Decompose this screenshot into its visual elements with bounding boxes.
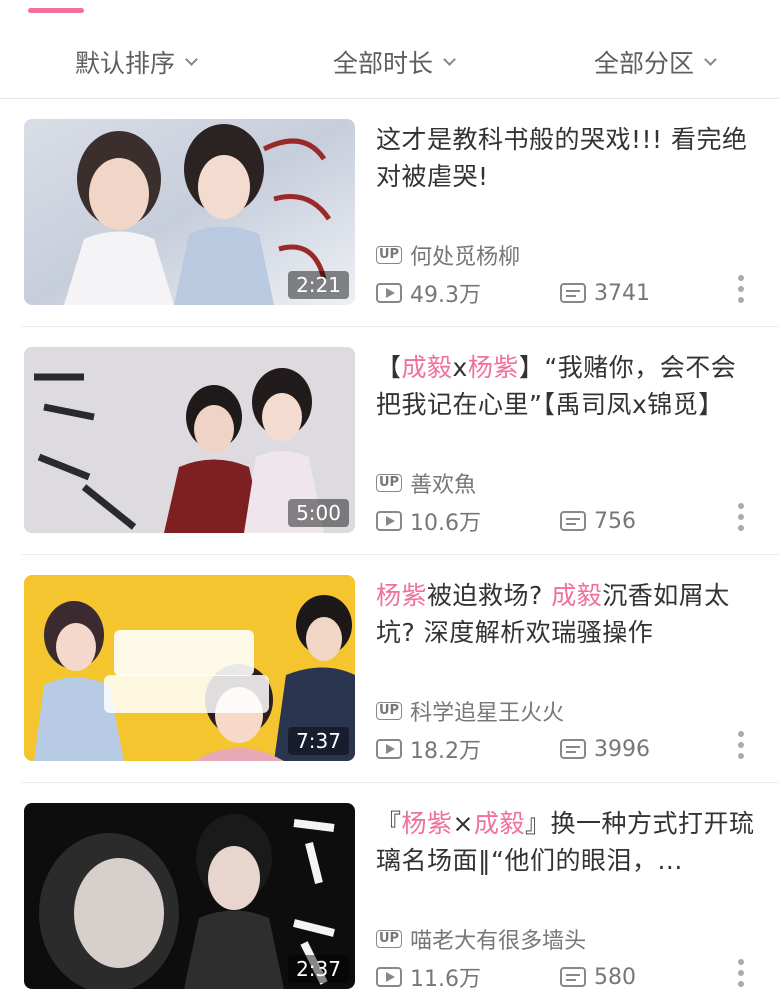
play-count-icon <box>376 511 402 531</box>
more-options-icon[interactable] <box>738 275 746 303</box>
title-highlight: 杨紫 <box>467 353 519 382</box>
video-thumbnail[interactable]: 2:21 <box>24 119 355 305</box>
sort-filter-label: 默认排序 <box>75 49 176 78</box>
more-options-icon[interactable] <box>738 503 746 531</box>
stats-row: 10.6万 756 <box>376 505 636 537</box>
title-highlight: 成毅 <box>401 353 453 382</box>
uploader-row[interactable]: UP 科学追星王火火 <box>376 695 564 727</box>
title-text: 这才是教科书般的哭戏!!! 看完绝对被虐哭! <box>376 125 748 191</box>
video-title[interactable]: 这才是教科书般的哭戏!!! 看完绝对被虐哭! <box>376 121 761 195</box>
uploader-name: 科学追星王火火 <box>410 701 565 726</box>
sort-filter[interactable]: 默认排序 <box>75 44 198 80</box>
danmaku-count: 3741 <box>594 280 650 306</box>
chevron-down-icon <box>443 52 456 66</box>
view-count: 18.2万 <box>410 739 481 764</box>
video-thumbnail[interactable]: 7:37 <box>24 575 355 761</box>
category-filter[interactable]: 全部分区 <box>594 44 717 80</box>
duration-filter-label: 全部时长 <box>333 49 434 78</box>
video-title[interactable]: 杨紫被迫救场? 成毅沉香如屑太坑? 深度解析欢瑞骚操作 <box>376 577 761 651</box>
uploader-row[interactable]: UP 喵老大有很多墙头 <box>376 923 586 955</box>
video-thumbnail[interactable]: 2:37 <box>24 803 355 989</box>
play-count-icon <box>376 739 402 759</box>
filter-bar: 默认排序 全部时长 全部分区 <box>0 24 779 96</box>
chevron-down-icon <box>704 52 717 66</box>
video-thumbnail[interactable]: 5:00 <box>24 347 355 533</box>
more-options-icon[interactable] <box>738 731 746 759</box>
title-highlight: 成毅 <box>473 809 525 838</box>
danmaku-count: 3996 <box>594 736 650 762</box>
title-highlight: 杨紫 <box>401 809 453 838</box>
stats-row: 11.6万 580 <box>376 961 636 993</box>
uploader-row[interactable]: UP 善欢魚 <box>376 467 476 499</box>
active-tab-indicator <box>28 8 84 13</box>
view-count: 11.6万 <box>410 967 481 992</box>
title-text: 被迫救场? <box>427 581 552 610</box>
title-text: 【 <box>376 353 402 382</box>
uploader-name: 喵老大有很多墙头 <box>410 929 587 954</box>
category-filter-label: 全部分区 <box>594 49 695 78</box>
play-count-icon <box>376 967 402 987</box>
chevron-down-icon <box>185 52 198 66</box>
video-duration: 5:00 <box>288 499 349 527</box>
up-badge-icon: UP <box>376 930 403 948</box>
duration-filter[interactable]: 全部时长 <box>333 44 456 80</box>
up-badge-icon: UP <box>376 246 403 264</box>
title-text: × <box>452 809 474 838</box>
video-duration: 2:37 <box>288 955 349 983</box>
title-highlight: 杨紫 <box>376 581 428 610</box>
danmaku-icon <box>560 511 586 531</box>
video-list-item[interactable]: 2:37 『杨紫×成毅』换一种方式打开琉璃名场面‖“他们的眼泪，... UP 喵… <box>0 783 779 1000</box>
video-list-item[interactable]: 7:37 杨紫被迫救场? 成毅沉香如屑太坑? 深度解析欢瑞骚操作 UP 科学追星… <box>0 555 779 783</box>
danmaku-icon <box>560 967 586 987</box>
danmaku-count: 580 <box>594 964 636 990</box>
uploader-name: 善欢魚 <box>410 473 477 498</box>
video-duration: 7:37 <box>288 727 349 755</box>
up-badge-icon: UP <box>376 474 403 492</box>
stats-row: 49.3万 3741 <box>376 277 650 309</box>
danmaku-icon <box>560 739 586 759</box>
title-highlight: 成毅 <box>551 581 603 610</box>
play-count-icon <box>376 283 402 303</box>
title-text: x <box>452 353 468 382</box>
uploader-row[interactable]: UP 何处觅杨柳 <box>376 239 520 271</box>
view-count: 49.3万 <box>410 283 481 308</box>
more-options-icon[interactable] <box>738 959 746 987</box>
video-duration: 2:21 <box>288 271 349 299</box>
video-list-item[interactable]: 2:21 这才是教科书般的哭戏!!! 看完绝对被虐哭! UP 何处觅杨柳 49.… <box>0 99 779 327</box>
danmaku-count: 756 <box>594 508 636 534</box>
danmaku-icon <box>560 283 586 303</box>
video-title[interactable]: 『杨紫×成毅』换一种方式打开琉璃名场面‖“他们的眼泪，... <box>376 805 761 879</box>
title-text: 『 <box>376 809 402 838</box>
video-list-item[interactable]: 5:00 【成毅x杨紫】“我赌你，会不会把我记在心里”【禹司凤x锦觅】 UP 善… <box>0 327 779 555</box>
video-title[interactable]: 【成毅x杨紫】“我赌你，会不会把我记在心里”【禹司凤x锦觅】 <box>376 349 761 423</box>
view-count: 10.6万 <box>410 511 481 536</box>
uploader-name: 何处觅杨柳 <box>410 245 521 270</box>
up-badge-icon: UP <box>376 702 403 720</box>
stats-row: 18.2万 3996 <box>376 733 650 765</box>
